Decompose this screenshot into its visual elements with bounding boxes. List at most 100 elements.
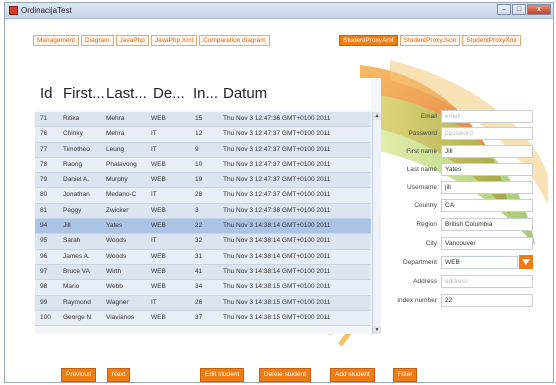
table-cell: 100 (40, 313, 51, 321)
table-row[interactable]: 99 Raymond Wagner IT 26 Thu Nov 3 14:38:15 GM… (35, 295, 371, 311)
table-cell: Thu Nov 3 12:47:37 GMT+0100 2011 (223, 176, 331, 184)
index-number-field[interactable]: 22 (441, 294, 533, 307)
column-header-first-name[interactable]: First... (63, 85, 105, 102)
tabbar-right: StudentProxyAmf StudentProxyJson Student… (339, 35, 521, 46)
column-header-id[interactable]: Id (40, 85, 62, 102)
tab-student-proxy-amf[interactable]: StudentProxyAmf (339, 35, 398, 46)
table-cell: Thu Nov 3 12:47:37 GMT+0100 2011 (223, 145, 331, 153)
last-name-field[interactable]: Yates (441, 163, 533, 176)
window-title: OrdinacijaTest (21, 6, 72, 15)
city-field[interactable]: Vancouver (441, 237, 533, 250)
table-cell: Thu Nov 3 14:38:14 GMT+0100 2011 (223, 237, 331, 245)
column-header-department[interactable]: De... (153, 85, 191, 102)
table-row[interactable]: 77 Timotheo Leung IT 9 Thu Nov 3 12:47:37 GMT… (35, 142, 371, 158)
first-name-field[interactable]: Jill (441, 145, 533, 158)
table-cell: 10 (195, 160, 203, 168)
minimize-button[interactable]: – (497, 4, 511, 15)
table-cell: 34 (195, 283, 203, 291)
table-cell: 95 (40, 237, 48, 245)
tab-management[interactable]: Management (33, 35, 79, 46)
username-field[interactable]: jill (441, 181, 533, 194)
table-cell: Thu Nov 3 14:38:14 GMT+0100 2011 (223, 267, 331, 275)
table-cell: Thu Nov 3 14:38:15 GMT+0100 2011 (223, 298, 331, 306)
close-button[interactable]: x (527, 4, 551, 15)
table-cell: 9 (195, 145, 199, 153)
table-row[interactable]: 100 George N Viavianos WEB 37 Thu Nov 3 14:38… (35, 310, 371, 327)
address-field[interactable]: address (441, 275, 533, 288)
table-cell: Medano-C (106, 191, 137, 199)
table-cell: 79 (40, 176, 48, 184)
table-cell: Ritika (63, 115, 80, 122)
tab-student-proxy-json[interactable]: StudentProxyJson (399, 35, 461, 46)
table-cell: Murphy (106, 176, 128, 184)
tab-javaphp-xml[interactable]: JavaPhp Xml (150, 35, 198, 46)
tab-comparation-diagram[interactable]: Comparation diagram (199, 35, 270, 46)
delete-student-button[interactable]: Delete student (259, 368, 311, 382)
table-row[interactable]: 96 James A. Woods WEB 31 Thu Nov 3 14:38:14 G… (35, 249, 371, 265)
title-bar[interactable]: OrdinacijaTest – □ x (5, 3, 553, 19)
table-row[interactable]: 79 Daniel A. Murphy WEB 19 Thu Nov 3 12:47:37… (35, 173, 371, 189)
table-cell: James A. (63, 252, 90, 260)
table-cell: 12 (195, 130, 203, 138)
password-field[interactable]: password (441, 127, 533, 140)
email-field[interactable]: email (441, 110, 533, 123)
table-cell: 26 (195, 298, 203, 306)
next-button[interactable]: Next (107, 368, 131, 382)
department-dropdown-arrow-icon[interactable] (519, 255, 533, 269)
table-cell: 98 (40, 283, 48, 291)
table-cell: 37 (195, 313, 203, 321)
table-cell: 22 (195, 222, 203, 230)
column-header-datum[interactable]: Datum (223, 85, 363, 102)
department-select[interactable]: WEB (441, 256, 518, 269)
table-cell: Thu Nov 3 12:47:37 GMT+0100 2011 (223, 160, 331, 168)
table-cell: 3 (195, 206, 199, 214)
table-cell: 94 (40, 222, 48, 230)
tab-diagram[interactable]: Diagram (80, 35, 114, 46)
students-table[interactable]: Id First... Last... De... In... Datum 71… (35, 78, 381, 334)
table-cell: Mehra (106, 130, 125, 138)
column-header-last-name[interactable]: Last... (106, 85, 149, 102)
table-cell: WEB (151, 283, 166, 291)
country-field[interactable]: CA (441, 199, 533, 212)
table-cell: 78 (40, 160, 48, 168)
window-controls: – □ x (497, 4, 551, 15)
table-row[interactable]: 95 Sarah Woods IT 32 Thu Nov 3 14:38:14 GMT+0… (35, 234, 371, 250)
edit-student-button[interactable]: Edit student (200, 368, 245, 382)
table-cell: 80 (40, 191, 48, 199)
table-cell: 97 (40, 267, 48, 275)
table-cell: Zwicker (106, 206, 129, 214)
table-row[interactable]: 78 Raong Phalavong WEB 10 Thu Nov 3 12:47:37 … (35, 157, 371, 174)
scroll-down-arrow-icon[interactable]: ▼ (373, 326, 381, 334)
table-row[interactable]: 98 Mario Webb WEB 34 Thu Nov 3 14:38:15 GMT+0… (35, 280, 371, 296)
table-cell: Bruce VA (63, 267, 90, 275)
add-student-button[interactable]: Add student (330, 368, 375, 382)
table-cell: Thu Nov 3 12:47:36 GMT+0100 2011 (223, 115, 331, 122)
table-cell: Yates (106, 222, 123, 230)
table-cell: WEB (151, 160, 166, 168)
table-row[interactable]: 76 Chinky Mehra IT 12 Thu Nov 3 12:47:37 GMT+… (35, 127, 371, 143)
table-row[interactable]: 97 Bruce VA Wirth WEB 41 Thu Nov 3 14:38:14 G… (35, 264, 371, 281)
previous-button[interactable]: Previous (61, 368, 97, 382)
region-field[interactable]: British Columbia (441, 218, 533, 231)
table-cell: WEB (151, 176, 166, 184)
table-cell: IT (151, 298, 157, 306)
table-cell: Timotheo (63, 145, 90, 153)
table-cell: 81 (40, 206, 48, 214)
table-row[interactable]: 81 Peggy Zwicker WEB 3 Thu Nov 3 12:47:38 GMT… (35, 203, 371, 220)
table-cell: Thu Nov 3 14:38:14 GMT+0100 2011 (223, 252, 331, 260)
column-header-index[interactable]: In... (193, 85, 221, 102)
table-cell: Raong (63, 160, 83, 168)
scroll-up-arrow-icon[interactable]: ▲ (373, 112, 381, 120)
table-row[interactable]: 94 Jill Yates WEB 22 Thu Nov 3 14:38:14 GMT+0… (35, 219, 371, 235)
filter-button[interactable]: Filter (393, 368, 418, 382)
tab-javaphp[interactable]: JavaPhp (115, 35, 149, 46)
maximize-button[interactable]: □ (512, 4, 526, 15)
table-scrollbar[interactable]: ▲ ▼ (372, 112, 381, 334)
tab-student-proxy-xml[interactable]: StudentProxyXml (462, 35, 521, 46)
table-cell: Jonathan (63, 191, 90, 199)
table-cell: Jill (63, 222, 71, 230)
table-cell: Peggy (63, 206, 82, 214)
table-cell: 31 (195, 252, 203, 260)
table-row[interactable]: 80 Jonathan Medano-C IT 28 Thu Nov 3 12:47:37… (35, 188, 371, 204)
table-row[interactable]: 71 Ritika Mehra WEB 15 Thu Nov 3 12:47:36 GMT… (35, 112, 371, 128)
